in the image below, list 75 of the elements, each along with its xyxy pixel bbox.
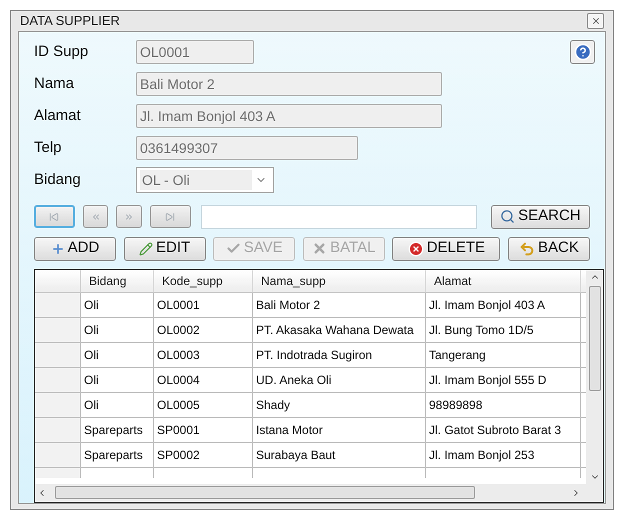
table-cell: Jl. Imam Bonjol 253 (426, 442, 581, 466)
table-cell: Istana Motor (253, 418, 426, 442)
table-cell: Shady (253, 392, 426, 416)
text-field[interactable]: OL0001 (136, 40, 254, 64)
field-label: Nama (34, 74, 76, 94)
column-header[interactable]: Bidang (81, 270, 154, 292)
horizontal-scrollbar[interactable] (35, 484, 603, 502)
delete-icon (408, 240, 424, 256)
search-field[interactable] (200, 204, 477, 228)
table-cell: Oli (81, 342, 154, 366)
search-icon (500, 209, 516, 224)
pencil-icon (139, 242, 153, 256)
table-cell: PT. Akasaka Wahana Dewata (253, 318, 426, 342)
field-label: Alamat (34, 106, 82, 126)
table-cell: Spareparts (81, 418, 154, 442)
scroll-thumb[interactable] (55, 486, 475, 499)
text-field[interactable]: Bali Motor 2 (136, 72, 442, 96)
table-cell: OL0003 (154, 342, 253, 366)
row-header[interactable] (35, 442, 81, 466)
table-cell: SP0002 (154, 442, 253, 466)
navigation-button[interactable] (82, 205, 108, 228)
field-label: Telp (34, 138, 63, 158)
table-cell: OL0004 (154, 368, 253, 392)
field-label: ID Supp (34, 42, 90, 62)
close-icon (312, 241, 328, 256)
row-header[interactable] (35, 292, 81, 316)
navigation-button[interactable] (116, 205, 142, 228)
plus-icon (50, 242, 65, 256)
help-button[interactable] (570, 40, 595, 64)
table-cell: Oli (81, 292, 154, 316)
table-cell: UD. Aneka Oli (253, 368, 426, 392)
column-header[interactable]: Kode_supp (154, 270, 253, 292)
column-header[interactable]: Nama_supp (253, 270, 426, 292)
row-header[interactable] (35, 468, 81, 478)
action-button[interactable]: BACK (508, 236, 590, 260)
scroll-thumb[interactable] (588, 286, 600, 390)
row-header[interactable] (35, 318, 81, 342)
text-field[interactable]: Jl. Imam Bonjol 403 A (136, 104, 442, 128)
table-cell: OL0001 (154, 292, 253, 316)
table-cell: Oli (81, 368, 154, 392)
navigation-button[interactable] (150, 205, 191, 228)
field-label: Bidang (34, 170, 82, 190)
row-header[interactable] (35, 368, 81, 392)
table-cell: Surabaya Baut (253, 442, 426, 466)
table-cell: Spareparts (81, 442, 154, 466)
table-cell: 98989898 (426, 392, 581, 416)
row-header[interactable] (35, 342, 81, 366)
row-header[interactable] (35, 418, 81, 442)
table-cell: Jl. Gatot Subroto Barat 3 (426, 418, 581, 442)
table-cell: Oli (81, 318, 154, 342)
table-cell: Jl. Imam Bonjol 555 D (426, 368, 581, 392)
action-button[interactable]: ADD (34, 236, 116, 260)
table-cell: OL0002 (154, 318, 253, 342)
undo-icon (519, 240, 536, 256)
table-cell: SP0001 (154, 418, 253, 442)
vertical-scrollbar[interactable] (586, 270, 603, 484)
table-cell: Jl. Imam Bonjol 403 A (426, 292, 581, 316)
row-header[interactable] (35, 392, 81, 416)
table-cell: OL0005 (154, 392, 253, 416)
navigation-button[interactable] (34, 205, 75, 228)
dropdown[interactable]: OL - Oli (136, 167, 274, 193)
column-header[interactable]: Alamat (426, 270, 581, 292)
search-button[interactable]: SEARCH (490, 204, 590, 228)
close-button[interactable] (587, 12, 604, 29)
window-title: DATA SUPPLIER (20, 12, 120, 30)
close-icon (590, 16, 600, 26)
table-cell: Oli (81, 392, 154, 416)
table-cell: Tangerang (426, 342, 581, 366)
table-cell: Jl. Bung Tomo 1D/5 (426, 318, 581, 342)
action-button[interactable]: DELETE (392, 236, 500, 260)
table-cell: PT. Indotrada Sugiron (253, 342, 426, 366)
table-cell: Bali Motor 2 (253, 292, 426, 316)
action-button[interactable]: EDIT (124, 236, 206, 260)
text-field[interactable]: 0361499307 (136, 136, 358, 160)
help-icon (574, 42, 592, 60)
